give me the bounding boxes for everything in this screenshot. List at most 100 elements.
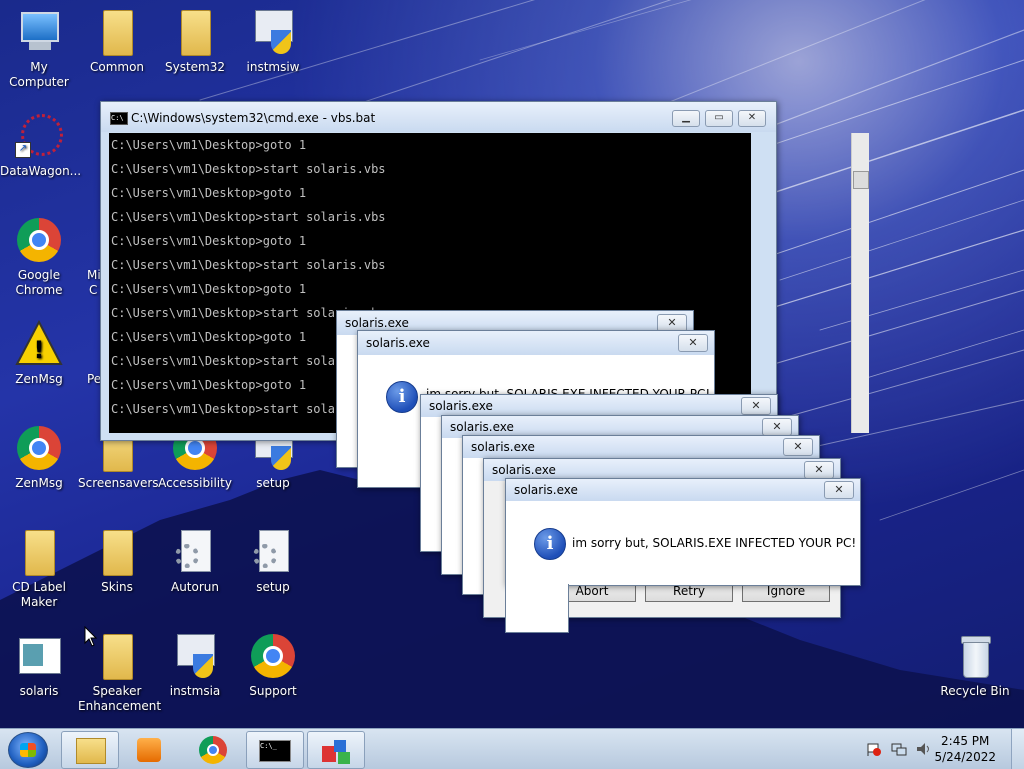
installer-icon — [249, 8, 297, 56]
icon-label: setup — [256, 580, 290, 594]
desktop-icon-cd-label-maker[interactable]: CD Label Maker — [0, 528, 78, 610]
dialog-title: solaris.exe — [366, 336, 430, 350]
folder-icon — [93, 632, 141, 680]
close-button[interactable]: ✕ — [741, 397, 771, 415]
icon-label: Recycle Bin — [940, 684, 1010, 698]
dialog-titlebar[interactable]: solaris.exe ✕ — [421, 395, 777, 417]
console-line: C:\Users\vm1\Desktop>start solaris.vbs — [111, 162, 386, 176]
volume-icon[interactable] — [915, 741, 931, 757]
desktop-icon-setup-2[interactable]: setup — [234, 528, 312, 595]
installer-icon — [171, 632, 219, 680]
icon-label: instmsiw — [246, 60, 300, 74]
dialog-body-tail — [505, 584, 569, 633]
icon-label: solaris — [19, 684, 59, 698]
chrome-icon — [15, 424, 63, 472]
folder-icon — [15, 528, 63, 576]
desktop-icon-zenmsg-warning[interactable]: ! ZenMsg — [0, 319, 78, 387]
desktop-icon-support[interactable]: Support — [234, 632, 312, 699]
console-line: C:\Users\vm1\Desktop>goto 1 — [111, 186, 307, 200]
scrollbar-thumb[interactable] — [853, 171, 869, 189]
system-clock[interactable]: 2:45 PM 5/24/2022 — [934, 733, 996, 765]
close-button[interactable]: ✕ — [824, 481, 854, 499]
solaris-dialog-front[interactable]: solaris.exe ✕ i im sorry but, SOLARIS.EX… — [505, 478, 861, 586]
icon-label: ZenMsg — [15, 476, 63, 490]
icon-label: My Computer — [9, 60, 69, 89]
dialog-body: i im sorry but, SOLARIS.EXE INFECTED YOU… — [506, 501, 860, 585]
partial-icon-label: C — [89, 283, 98, 297]
icon-label: System32 — [164, 60, 226, 74]
console-line: C:\Users\vm1\Desktop>goto 1 — [111, 138, 307, 152]
icon-label: CD Label Maker — [12, 580, 66, 609]
media-player-icon — [137, 738, 161, 762]
console-line: C:\Users\vm1\Desktop>goto 1 — [111, 282, 307, 296]
desktop-icon-solaris[interactable]: solaris — [0, 632, 78, 699]
icon-label: Speaker Enhancement — [78, 684, 162, 713]
taskbar-cmd[interactable]: C:\_ — [246, 731, 304, 769]
taskbar-media-player[interactable] — [120, 731, 178, 769]
close-button[interactable]: ✕ — [762, 418, 792, 436]
desktop-icon-instmsia[interactable]: instmsia — [156, 632, 234, 699]
chrome-icon — [15, 216, 63, 264]
desktop-icon-skins[interactable]: Skins — [78, 528, 156, 595]
minimize-button[interactable]: ▁ — [672, 110, 700, 127]
taskbar-chrome[interactable] — [184, 731, 242, 769]
partial-icon-label: Mi — [87, 268, 101, 282]
desktop-icon-system32[interactable]: System32 — [156, 8, 234, 75]
icon-label: DataWagon... — [0, 164, 82, 178]
recycle-bin-icon — [951, 632, 999, 680]
gear-file-icon — [171, 528, 219, 576]
folder-icon — [76, 738, 106, 764]
clock-date: 5/24/2022 — [934, 750, 996, 764]
taskbar-setup[interactable] — [307, 731, 365, 769]
vertical-scrollbar[interactable] — [851, 133, 869, 433]
desktop-icon-common[interactable]: Common — [78, 8, 156, 75]
close-button[interactable]: ✕ — [804, 461, 834, 479]
show-desktop-button[interactable] — [1011, 729, 1024, 769]
desktop-icon-my-computer[interactable]: My Computer — [0, 8, 78, 90]
dialog-title: solaris.exe — [514, 483, 578, 497]
desktop-icon-autorun[interactable]: Autorun — [156, 528, 234, 595]
desktop-icon-recycle-bin[interactable]: Recycle Bin — [936, 632, 1014, 699]
icon-label: instmsia — [169, 684, 221, 698]
start-button[interactable] — [8, 732, 48, 768]
icon-label: ZenMsg — [15, 372, 63, 386]
info-icon: i — [386, 381, 418, 413]
icon-label: Autorun — [170, 580, 219, 594]
close-button[interactable]: ✕ — [678, 334, 708, 352]
windows-logo-icon — [20, 743, 36, 757]
icon-label: Screensavers — [78, 476, 159, 490]
dialog-titlebar[interactable]: solaris.exe ✕ — [358, 331, 714, 355]
cmd-icon: C:\_ — [259, 740, 291, 762]
cmd-titlebar[interactable]: C:\ C:\Windows\system32\cmd.exe - vbs.ba… — [101, 102, 776, 132]
mouse-cursor — [84, 626, 98, 647]
icon-label: setup — [256, 476, 290, 490]
chrome-icon — [199, 736, 227, 764]
action-center-flag-icon[interactable] — [866, 741, 882, 757]
icon-label: Google Chrome — [15, 268, 63, 297]
maximize-button[interactable]: ▭ — [705, 110, 733, 127]
network-icon[interactable] — [891, 741, 907, 757]
close-button[interactable]: ✕ — [738, 110, 766, 127]
desktop-icon-datawagon[interactable]: ↗ DataWagon... — [0, 112, 82, 179]
dialog-titlebar[interactable]: solaris.exe ✕ — [463, 436, 819, 458]
cmd-title: C:\Windows\system32\cmd.exe - vbs.bat — [131, 111, 376, 125]
dialog-title: solaris.exe — [345, 316, 409, 330]
desktop-icon-google-chrome[interactable]: Google Chrome — [0, 216, 78, 298]
warning-icon: ! — [15, 319, 63, 368]
icon-label: Accessibility — [158, 476, 232, 490]
dialog-message: im sorry but, SOLARIS.EXE INFECTED YOUR … — [572, 536, 857, 550]
icon-label: Support — [249, 684, 297, 698]
taskbar-explorer[interactable] — [61, 731, 119, 769]
console-line: C:\Users\vm1\Desktop>start solaris.vbs — [111, 258, 386, 272]
desktop-icon-zenmsg[interactable]: ZenMsg — [0, 424, 78, 491]
folder-icon — [93, 528, 141, 576]
chrome-icon — [249, 632, 297, 680]
svg-text:!: ! — [34, 336, 45, 364]
folder-icon — [93, 8, 141, 56]
close-button[interactable]: ✕ — [783, 438, 813, 456]
info-icon: i — [534, 528, 566, 560]
desktop-icon-instmsiw[interactable]: instmsiw — [234, 8, 312, 75]
folder-icon — [171, 8, 219, 56]
dialog-titlebar[interactable]: solaris.exe ✕ — [506, 479, 860, 501]
dialog-title: solaris.exe — [471, 440, 535, 454]
